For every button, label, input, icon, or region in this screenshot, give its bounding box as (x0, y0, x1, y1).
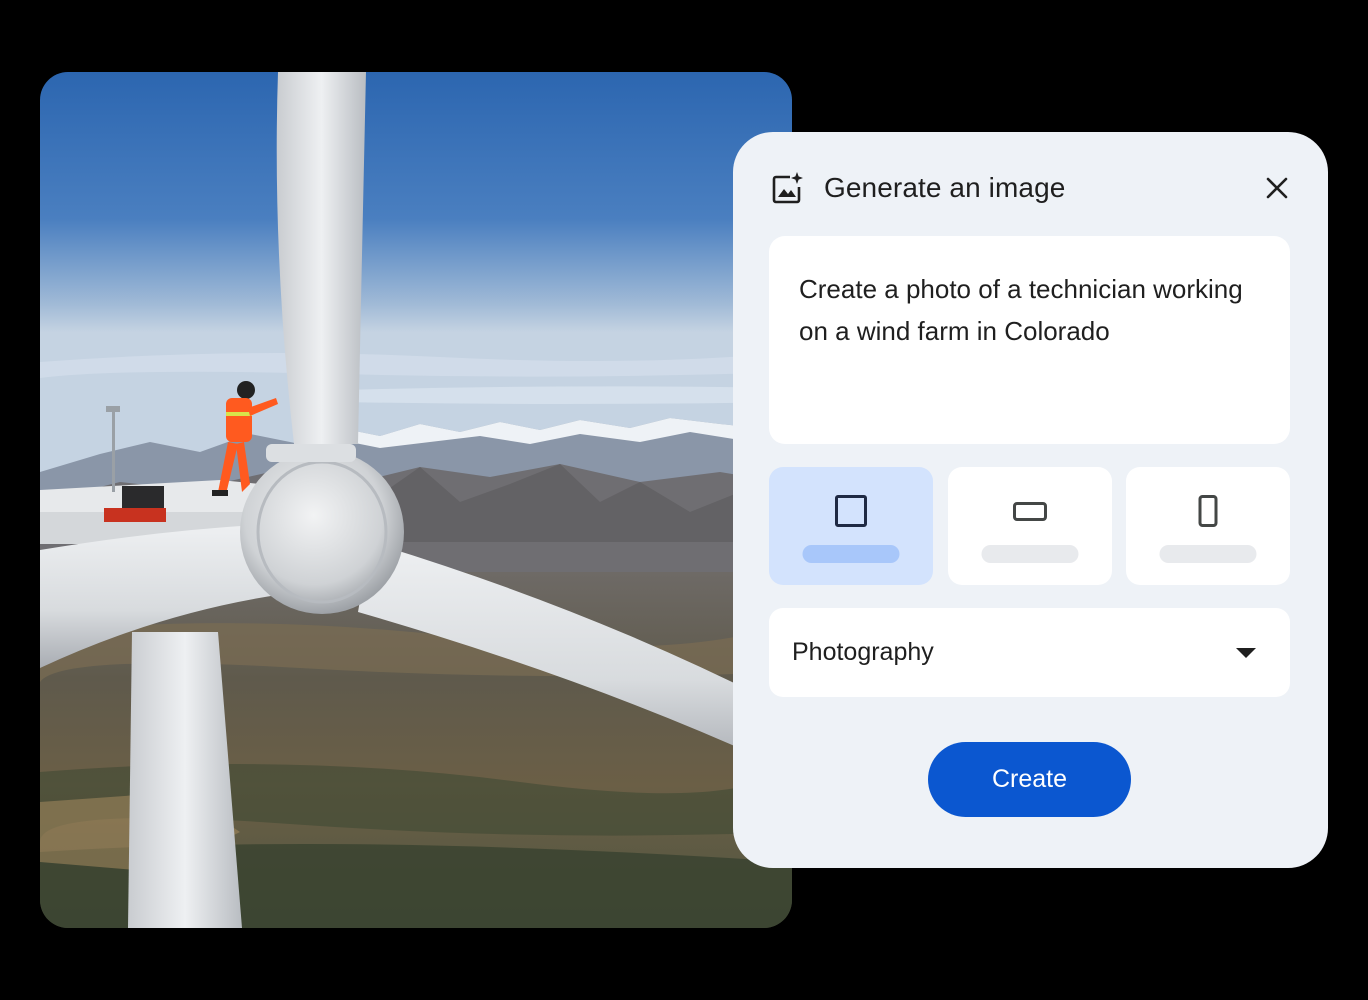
aspect-ratio-portrait-option[interactable] (1126, 467, 1290, 585)
close-button[interactable] (1262, 173, 1292, 203)
dialog-header: Generate an image (771, 168, 1292, 208)
aspect-ratio-landscape-option[interactable] (947, 467, 1112, 585)
close-icon (1266, 177, 1288, 199)
prompt-input[interactable]: Create a photo of a technician working o… (769, 236, 1290, 444)
style-value: Photography (792, 638, 934, 666)
option-label-placeholder (802, 545, 900, 563)
dialog-title: Generate an image (824, 172, 1066, 203)
generate-image-dialog: Generate an image Create a photo of a te… (733, 132, 1328, 868)
option-label-placeholder (981, 545, 1078, 563)
create-button[interactable]: Create (928, 742, 1131, 817)
square-ratio-icon (835, 495, 867, 527)
dropdown-arrow-icon (1236, 647, 1256, 658)
portrait-ratio-icon (1198, 495, 1218, 527)
image-sparkle-icon (771, 171, 805, 205)
prompt-text: Create a photo of a technician working o… (799, 274, 1243, 346)
style-dropdown[interactable]: Photography (769, 608, 1290, 697)
option-label-placeholder (1159, 545, 1257, 563)
aspect-ratio-selector (769, 467, 1290, 585)
landscape-ratio-icon (1012, 502, 1047, 521)
stage: Generate an image Create a photo of a te… (0, 0, 1368, 1000)
aspect-ratio-square-option[interactable] (769, 467, 933, 585)
wind-turbine-photo (40, 72, 792, 928)
